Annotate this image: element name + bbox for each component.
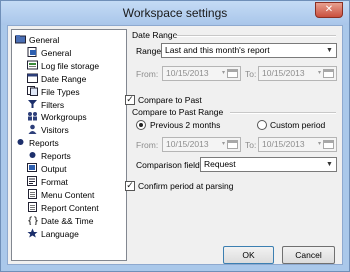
tree-item-log-file-storage[interactable]: Log file storage (27, 60, 99, 72)
window-title: Workspace settings (122, 6, 228, 20)
reports-icon (15, 137, 26, 147)
tree-item-workgroups[interactable]: Workgroups (27, 111, 87, 123)
document-icon (27, 188, 38, 199)
svg-text:{}: {} (27, 216, 38, 225)
output-icon (27, 163, 38, 173)
from-label: From: (136, 69, 159, 79)
confirm-period-checkbox[interactable]: ✓ (125, 181, 135, 191)
comparison-field-value: Request (204, 159, 236, 169)
tree-item-label: Report Content (41, 202, 99, 213)
tree-item-label: General (41, 47, 72, 58)
chevron-down-icon: ▾ (221, 141, 225, 147)
tree-item-label: Workgroups (41, 112, 87, 123)
tree-item-label: Format (41, 176, 68, 187)
chevron-down-icon: ▼ (326, 47, 333, 54)
workgroups-icon (27, 111, 38, 121)
ok-button[interactable]: OK (223, 246, 274, 264)
chevron-down-icon: ▼ (326, 161, 333, 168)
language-icon (27, 228, 38, 238)
confirm-period-label: Confirm period at parsing (138, 181, 234, 191)
braces-icon: {} (27, 215, 39, 227)
compare-from-date-value: 10/15/2013 (166, 139, 209, 149)
filter-icon (27, 99, 38, 109)
to-date-picker[interactable]: 10/15/2013 ▾ (258, 66, 337, 81)
tree-item-label: Filters (41, 99, 65, 110)
tree-item-general[interactable]: General (27, 46, 72, 59)
previous-period-radio[interactable] (136, 120, 146, 130)
compare-from-label: From: (136, 140, 159, 150)
compare-separator (230, 112, 336, 114)
chevron-down-icon: ▾ (317, 70, 321, 76)
visitors-icon (27, 124, 38, 135)
tree-item-label: General (29, 35, 60, 45)
tree-item-menu-content[interactable]: Menu Content (27, 188, 95, 201)
calendar-icon (323, 69, 334, 78)
title-bar[interactable]: Workspace settings ✕ (1, 1, 349, 25)
custom-period-label: Custom period (270, 120, 326, 130)
tree-item-file-types[interactable]: File Types (27, 85, 80, 98)
tree-item-reports[interactable]: Reports (27, 150, 71, 162)
tree-item-report-content[interactable]: Report Content (27, 201, 99, 214)
tree-item-output[interactable]: Output (27, 163, 67, 175)
calendar-icon (27, 73, 38, 83)
compare-checkbox[interactable]: ✓ (125, 95, 135, 105)
from-date-value: 10/15/2013 (166, 68, 209, 78)
previous-period-label: Previous 2 months (150, 120, 221, 130)
storage-icon (27, 60, 38, 70)
compare-group-label: Compare to Past Range (132, 107, 224, 117)
tree-item-label: Reports (29, 138, 59, 149)
compare-to-date-picker[interactable]: 10/15/2013 ▾ (258, 137, 337, 152)
dialog-client-area: General General Log file storage Date Range… (7, 25, 343, 265)
settings-tree[interactable]: General General Log file storage Date Range… (11, 29, 127, 261)
compare-from-date-picker[interactable]: 10/15/2013 ▾ (162, 137, 241, 152)
range-select[interactable]: Last and this month's report ▼ (161, 43, 337, 58)
tree-item-label: File Types (41, 86, 80, 97)
comparison-field-label: Comparison field: (136, 160, 203, 170)
date-range-group-label: Date Range (132, 30, 178, 40)
compare-to-date-value: 10/15/2013 (262, 139, 305, 149)
to-label: To: (245, 69, 257, 79)
tree-item-label: Date Range (41, 73, 87, 84)
tree-item-label: Visitors (41, 125, 69, 136)
tree-item-label: Reports (41, 151, 71, 162)
tree-item-label: Language (41, 228, 79, 239)
document-icon (27, 201, 38, 212)
tree-item-date-time[interactable]: {} Date && Time (27, 215, 93, 227)
folder-icon (15, 34, 26, 44)
file-types-icon (27, 85, 38, 96)
cancel-button[interactable]: Cancel (282, 246, 335, 264)
chevron-down-icon: ▾ (221, 70, 225, 76)
comparison-field-select[interactable]: Request ▼ (200, 157, 337, 172)
from-date-picker[interactable]: 10/15/2013 ▾ (162, 66, 241, 81)
date-range-separator (174, 35, 336, 37)
compare-checkbox-label: Compare to Past (138, 95, 202, 105)
compare-to-label: To: (245, 140, 257, 150)
to-date-value: 10/15/2013 (262, 68, 305, 78)
tree-item-label: Date && Time (41, 215, 94, 226)
tree-item-label: Menu Content (41, 189, 95, 200)
custom-period-radio[interactable] (257, 120, 267, 130)
tree-item-language[interactable]: Language (27, 228, 79, 240)
calendar-icon (227, 140, 238, 149)
range-label: Range: (136, 46, 164, 56)
calendar-icon (227, 69, 238, 78)
tree-item-date-range[interactable]: Date Range (27, 73, 86, 85)
settings-window: Workspace settings ✕ General General Log f… (0, 0, 350, 272)
range-select-value: Last and this month's report (165, 45, 270, 55)
tree-item-label: Output (41, 164, 67, 174)
tree-item-filters[interactable]: Filters (27, 99, 64, 111)
close-button[interactable]: ✕ (315, 2, 343, 18)
format-icon (27, 175, 38, 186)
tree-item-format[interactable]: Format (27, 175, 68, 188)
calendar-icon (323, 140, 334, 149)
tree-item-label: Log file storage (41, 60, 100, 71)
tree-item-visitors[interactable]: Visitors (27, 124, 69, 136)
page-icon (27, 46, 38, 57)
tree-item-reports[interactable]: Reports (15, 137, 59, 149)
chevron-down-icon: ▾ (317, 141, 321, 147)
reports-icon (27, 150, 38, 160)
tree-item-general[interactable]: General (15, 34, 59, 46)
